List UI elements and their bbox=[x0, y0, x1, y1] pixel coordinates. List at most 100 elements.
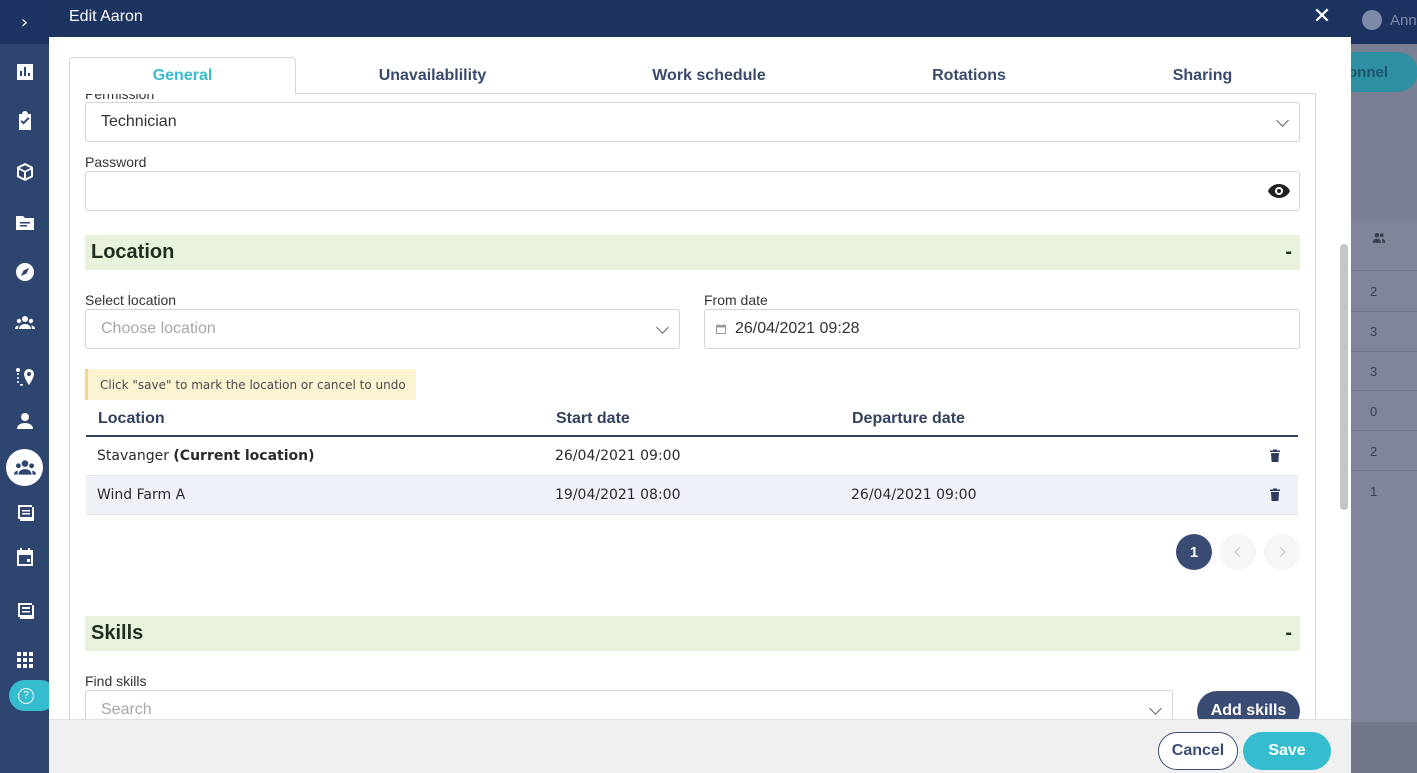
permission-select[interactable]: Technician bbox=[85, 102, 1300, 142]
table-row: Wind Farm A 19/04/2021 08:00 26/04/2021 … bbox=[86, 476, 1298, 515]
modal-body: General Unavailablility Work schedule Ro… bbox=[49, 37, 1351, 719]
cancel-button[interactable]: Cancel bbox=[1158, 732, 1238, 770]
background-divider bbox=[1351, 351, 1417, 352]
trash-icon[interactable] bbox=[1270, 488, 1280, 501]
trash-icon[interactable] bbox=[1270, 449, 1280, 462]
location-placeholder: Choose location bbox=[101, 320, 216, 337]
sidebar-item-team[interactable] bbox=[0, 303, 49, 343]
question-icon: ? bbox=[18, 687, 34, 704]
current-location-tag: (Current location) bbox=[173, 448, 315, 464]
sidebar-item-profile[interactable] bbox=[0, 401, 49, 441]
calendar-list-icon bbox=[17, 505, 34, 521]
password-field[interactable] bbox=[85, 171, 1300, 211]
tab-rotations[interactable]: Rotations bbox=[849, 57, 1089, 94]
skills-section-header[interactable]: Skills - bbox=[85, 616, 1300, 651]
modal-header: Edit Aaron ✕ bbox=[49, 0, 1351, 37]
modal-footer: Cancel Save bbox=[49, 719, 1351, 773]
skills-section-title: Skills bbox=[91, 622, 144, 644]
chevron-down-icon bbox=[1276, 114, 1289, 127]
tab-sharing[interactable]: Sharing bbox=[1089, 57, 1316, 94]
modal-title: Edit Aaron bbox=[69, 8, 143, 25]
column-header-departure-date: Departure date bbox=[852, 410, 965, 427]
from-date-value: 26/04/2021 09:28 bbox=[735, 320, 860, 337]
edit-personnel-modal: Edit Aaron ✕ General Unavailablility Wor… bbox=[49, 0, 1351, 773]
row-start-date: 26/04/2021 09:00 bbox=[555, 448, 681, 464]
sidebar-item-explore[interactable] bbox=[0, 252, 49, 292]
group-icon bbox=[13, 459, 36, 475]
sidebar-item-routes[interactable] bbox=[0, 357, 49, 397]
from-date-field[interactable]: 26/04/2021 09:28 bbox=[704, 309, 1300, 349]
chevron-left-icon bbox=[1234, 546, 1241, 558]
password-label: Password bbox=[85, 154, 147, 170]
bar-chart-icon bbox=[16, 64, 33, 80]
general-tab-content: Permission Technician Password Location … bbox=[69, 94, 1316, 719]
chevron-down-icon bbox=[1149, 702, 1162, 715]
location-history-table: Location Start date Departure date Stava… bbox=[86, 400, 1298, 515]
background-number: 0 bbox=[1370, 404, 1378, 419]
collapse-icon[interactable]: - bbox=[1285, 241, 1292, 264]
sidebar-item-tasks[interactable] bbox=[0, 101, 49, 141]
sidebar-item-reports[interactable] bbox=[0, 590, 49, 630]
location-select[interactable]: Choose location bbox=[85, 309, 680, 349]
skills-search-select[interactable]: Search bbox=[85, 690, 1173, 719]
folder-icon bbox=[15, 216, 34, 230]
close-icon[interactable]: ✕ bbox=[1311, 5, 1333, 27]
add-skills-button[interactable]: Add skills bbox=[1197, 691, 1300, 719]
scrollbar-thumb[interactable] bbox=[1340, 244, 1348, 510]
chevron-right-icon: › bbox=[20, 11, 29, 33]
sidebar-item-inventory[interactable] bbox=[0, 152, 49, 192]
group-icon bbox=[1372, 232, 1386, 243]
box-icon bbox=[16, 163, 33, 181]
eye-icon[interactable] bbox=[1267, 182, 1291, 200]
find-skills-label: Find skills bbox=[85, 673, 147, 689]
background-number: 2 bbox=[1370, 284, 1378, 299]
clipboard-check-icon bbox=[18, 111, 31, 130]
sidebar-item-schedule[interactable] bbox=[0, 492, 49, 532]
row-departure-date: 26/04/2021 09:00 bbox=[851, 487, 977, 503]
person-icon bbox=[16, 413, 33, 429]
sidebar-item-apps[interactable] bbox=[0, 640, 49, 680]
column-header-start-date: Start date bbox=[556, 410, 630, 427]
skills-search-placeholder: Search bbox=[101, 701, 152, 718]
pagination-page[interactable]: 1 bbox=[1176, 534, 1212, 570]
sidebar-item-dashboard[interactable] bbox=[0, 52, 49, 92]
row-location: Wind Farm A bbox=[97, 487, 186, 503]
save-hint: Click "save" to mark the location or can… bbox=[85, 369, 416, 400]
location-section-header[interactable]: Location - bbox=[85, 235, 1300, 270]
permission-label: Permission bbox=[85, 94, 155, 102]
tab-unavailability[interactable]: Unavailablility bbox=[296, 57, 569, 94]
background-divider bbox=[1351, 430, 1417, 431]
tab-bar: General Unavailablility Work schedule Ro… bbox=[69, 57, 1316, 95]
tab-work-schedule[interactable]: Work schedule bbox=[569, 57, 849, 94]
collapse-icon[interactable]: - bbox=[1285, 622, 1292, 645]
permission-value: Technician bbox=[101, 113, 177, 130]
pagination-next-button[interactable] bbox=[1264, 534, 1300, 570]
save-button[interactable]: Save bbox=[1243, 732, 1331, 770]
background-number: 3 bbox=[1370, 324, 1378, 339]
background-number: 3 bbox=[1370, 364, 1378, 379]
from-date-label: From date bbox=[704, 292, 768, 308]
sidebar-item-documents[interactable] bbox=[0, 202, 49, 242]
background-divider bbox=[1351, 470, 1417, 471]
row-start-date: 19/04/2021 08:00 bbox=[555, 487, 681, 503]
background-footer bbox=[1351, 722, 1417, 773]
row-location: Stavanger (Current location) bbox=[97, 448, 315, 464]
background-divider bbox=[1351, 270, 1417, 271]
chevron-down-icon bbox=[656, 321, 669, 334]
sidebar-item-calendar[interactable] bbox=[0, 537, 49, 577]
sidebar-item-personnel[interactable] bbox=[6, 449, 43, 486]
background-number: 1 bbox=[1370, 484, 1378, 499]
location-section-title: Location bbox=[91, 241, 175, 263]
chevron-right-icon bbox=[1279, 546, 1286, 558]
background-divider bbox=[1351, 390, 1417, 391]
compass-icon bbox=[15, 263, 34, 281]
column-header-location: Location bbox=[98, 410, 165, 427]
calendar-icon bbox=[716, 324, 726, 334]
report-icon bbox=[17, 603, 34, 619]
sidebar-expand-button[interactable]: › bbox=[0, 0, 49, 44]
pagination-prev-button[interactable] bbox=[1220, 534, 1256, 570]
background-divider bbox=[1351, 311, 1417, 312]
group-icon bbox=[14, 316, 35, 329]
user-avatar-icon bbox=[1362, 10, 1382, 30]
tab-general[interactable]: General bbox=[69, 57, 296, 95]
